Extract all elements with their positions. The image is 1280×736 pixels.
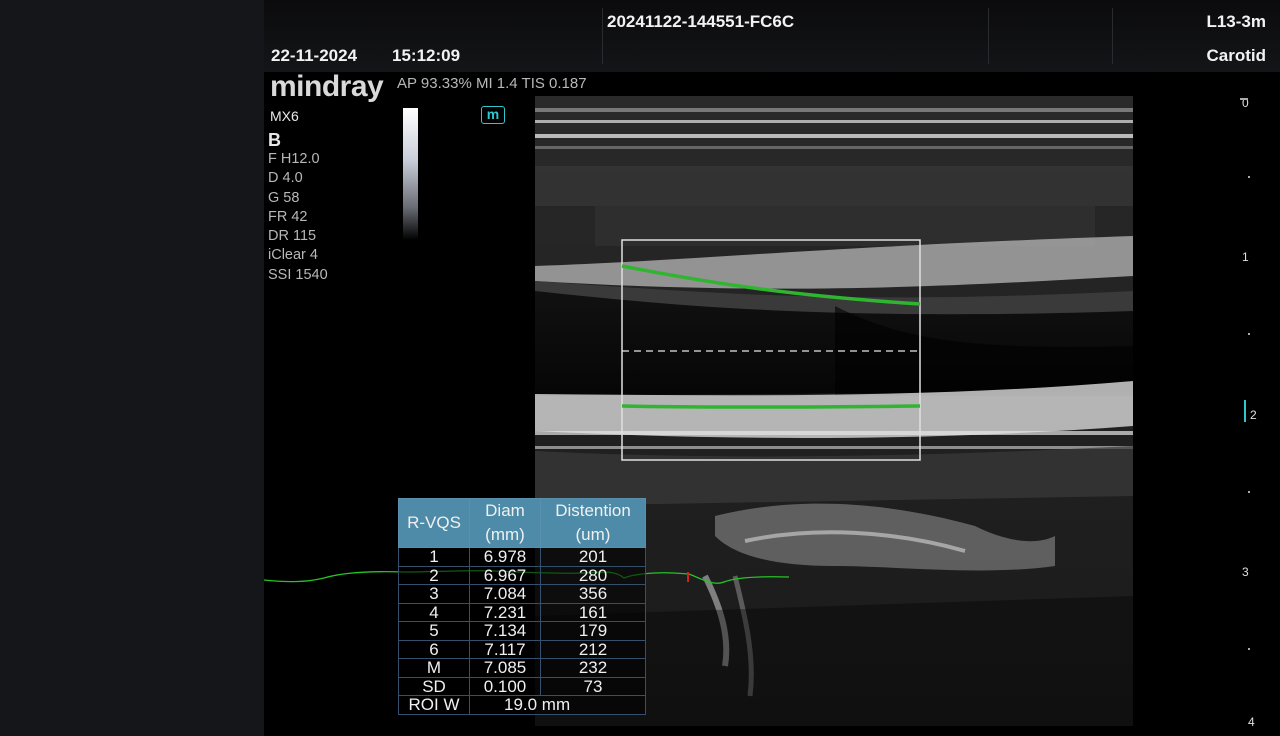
far-wall-trace: [621, 404, 921, 409]
distention-value: 161: [540, 602, 646, 622]
focus-marker: [1244, 400, 1246, 422]
param-dynamic-range: DR 115: [268, 228, 317, 245]
exam-time: 15:12:09: [392, 46, 461, 65]
table-row: 4 7.231 161: [398, 602, 646, 622]
row-index: 6: [398, 639, 470, 659]
col-header-diam: Diam (mm): [469, 498, 541, 548]
table-row: 5 7.134 179: [398, 621, 646, 641]
table-row: 3 7.084 356: [398, 584, 646, 604]
header-separator: [988, 8, 989, 64]
header-separator: [1112, 8, 1113, 64]
measurement-table: R-VQS Diam (mm) Distention (um) 1 6.978 …: [398, 498, 646, 715]
diam-value: 7.134: [469, 621, 541, 641]
exam-date: 22-11-2024: [271, 46, 358, 65]
diam-value: 7.231: [469, 602, 541, 622]
depth-label: 2: [1250, 408, 1257, 422]
col-header-rvqs: R-VQS: [398, 498, 470, 548]
header-separator: [602, 8, 603, 64]
left-side-panel: [0, 0, 264, 736]
depth-scale: 0 1 2 3 4: [1236, 92, 1276, 732]
param-depth: D 4.0: [268, 170, 303, 187]
imaging-mode: B: [268, 130, 281, 150]
depth-tick: [1248, 491, 1250, 493]
row-index: 5: [398, 621, 470, 641]
table-row: 1 6.978 201: [398, 547, 646, 567]
distention-value: 73: [540, 676, 646, 696]
exam-preset: Carotid: [1206, 46, 1267, 65]
col-header-distention: Distention (um): [540, 498, 646, 548]
diam-value: 6.978: [469, 547, 541, 567]
acoustic-output: AP 93.33% MI 1.4 TIS 0.187: [397, 75, 587, 92]
patient-id: 20241122-144551-FC6C: [607, 12, 795, 31]
row-index: M: [398, 658, 470, 678]
param-iclear: iClear 4: [268, 247, 318, 264]
row-index: 3: [398, 584, 470, 604]
probe-name: L13-3m: [1206, 12, 1266, 31]
depth-label: 3: [1242, 565, 1249, 579]
table-row: 6 7.117 212: [398, 639, 646, 659]
distention-value: 356: [540, 584, 646, 604]
distention-value: 280: [540, 565, 646, 585]
table-row: SD 0.100 73: [398, 676, 646, 696]
row-index: 2: [398, 565, 470, 585]
param-sound-speed: SSI 1540: [268, 266, 328, 283]
diam-value: 0.100: [469, 676, 541, 696]
distention-value: 232: [540, 658, 646, 678]
depth-tick: [1248, 333, 1250, 335]
roi-width-row: ROI W 19.0 mm: [398, 695, 646, 715]
param-gain: G 58: [268, 189, 300, 206]
depth-tick: [1248, 176, 1250, 178]
row-index: 1: [398, 547, 470, 567]
imaging-params: F H12.0 D 4.0 G 58 FR 42 DR 115 iClear 4…: [268, 150, 328, 285]
diam-value: 6.967: [469, 565, 541, 585]
roi-value: 19.0 mm: [469, 695, 646, 715]
table-row: M 7.085 232: [398, 658, 646, 678]
diam-value: 7.084: [469, 584, 541, 604]
param-frequency: F H12.0: [268, 151, 320, 167]
table-row: 2 6.967 280: [398, 565, 646, 585]
device-model: MX6: [270, 108, 299, 124]
mindray-logo: mindray: [270, 70, 384, 103]
roi-label: ROI W: [398, 695, 470, 715]
grayscale-bar: [403, 108, 418, 240]
distention-value: 179: [540, 621, 646, 641]
m-marker-icon: m: [481, 106, 505, 124]
depth-label: 1: [1242, 250, 1249, 264]
distention-value: 201: [540, 547, 646, 567]
diam-value: 7.085: [469, 658, 541, 678]
depth-label: 4: [1248, 715, 1255, 729]
param-frame-rate: FR 42: [268, 208, 308, 225]
distention-value: 212: [540, 639, 646, 659]
diam-value: 7.117: [469, 639, 541, 659]
row-index: SD: [398, 676, 470, 696]
depth-tick: [1248, 648, 1250, 650]
depth-tick: [1240, 98, 1248, 100]
row-index: 4: [398, 602, 470, 622]
